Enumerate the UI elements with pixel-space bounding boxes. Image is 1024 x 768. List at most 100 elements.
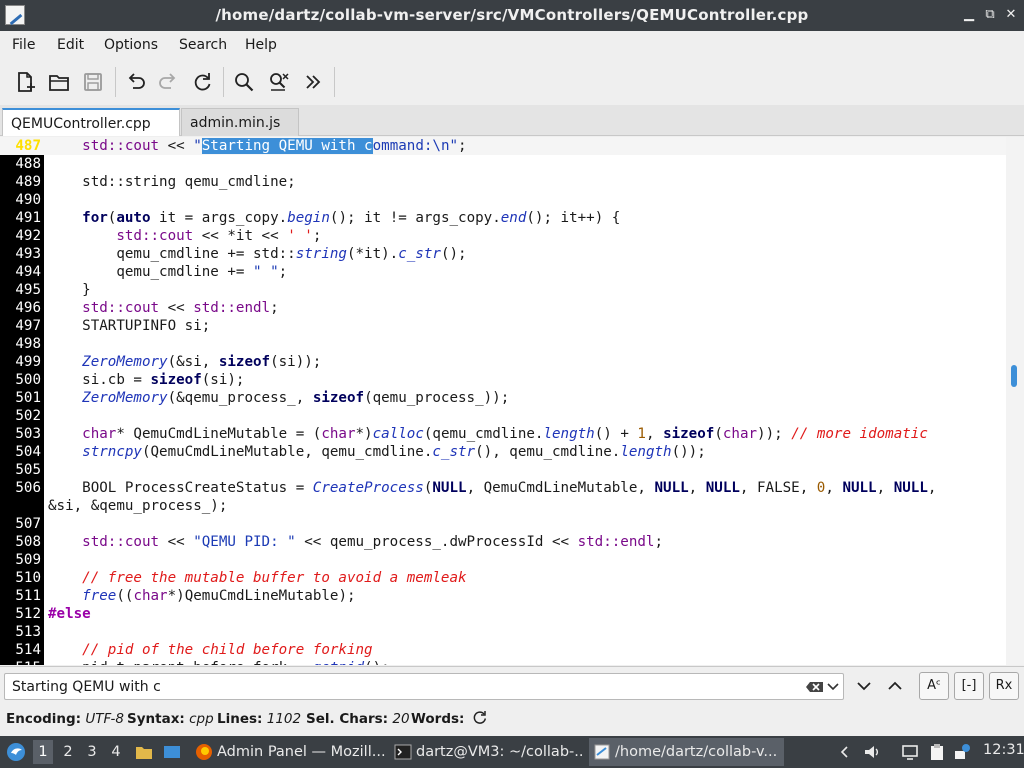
match-case-toggle[interactable]: Aᶜ xyxy=(919,672,949,700)
close-icon[interactable]: ✕ xyxy=(1002,6,1020,24)
reload-icon[interactable] xyxy=(188,68,216,96)
code-line[interactable]: 501 ZeroMemory(&qemu_process_, sizeof(qe… xyxy=(0,389,1006,407)
code-line[interactable]: 490 xyxy=(0,191,1006,209)
code-line[interactable]: 514 // pid of the child before forking xyxy=(0,641,1006,659)
network-icon[interactable] xyxy=(953,743,971,761)
code-line[interactable]: 512 #else xyxy=(0,605,1006,623)
chevron-left-icon[interactable] xyxy=(836,743,854,761)
code-line[interactable]: 491 for(auto it = args_copy.begin(); it … xyxy=(0,209,1006,227)
workspace-4[interactable]: 4 xyxy=(106,740,126,764)
code-line[interactable]: 509 xyxy=(0,551,1006,569)
code-line[interactable]: 503 char* QemuCmdLineMutable = (char*)ca… xyxy=(0,425,1006,443)
whole-word-toggle[interactable]: [-] xyxy=(954,672,984,700)
save-icon[interactable] xyxy=(79,68,107,96)
code-line[interactable]: 498 xyxy=(0,335,1006,353)
scrollbar-thumb[interactable] xyxy=(1011,365,1017,387)
task-label: Admin Panel — Mozill... xyxy=(217,744,386,760)
toolbar-separator xyxy=(334,67,335,97)
undo-icon[interactable] xyxy=(121,68,149,96)
code-line[interactable]: 513 xyxy=(0,623,1006,641)
code-line[interactable]: 502 xyxy=(0,407,1006,425)
find-next-icon[interactable] xyxy=(850,672,878,700)
code-text: std::string qemu_cmdline; xyxy=(48,174,296,190)
line-number: 500 xyxy=(15,372,41,388)
redo-icon[interactable] xyxy=(155,68,183,96)
find-icon[interactable] xyxy=(230,68,258,96)
more-icon[interactable] xyxy=(299,68,327,96)
clipboard-icon[interactable] xyxy=(928,743,946,761)
menu-search[interactable]: Search xyxy=(179,37,227,53)
code-editor[interactable]: 487 std::cout << "Starting QEMU with com… xyxy=(0,137,1024,665)
status-syntax: Syntax: cpp xyxy=(127,711,214,727)
display-icon[interactable] xyxy=(901,743,919,761)
tab-qemucontroller[interactable]: QEMUController.cpp✕ xyxy=(2,108,180,160)
search-input[interactable] xyxy=(12,677,792,696)
toolbar-separator xyxy=(115,67,116,97)
line-number: 493 xyxy=(15,246,41,262)
code-line[interactable]: 493 qemu_cmdline += std::string(*it).c_s… xyxy=(0,245,1006,263)
menu-options[interactable]: Options xyxy=(104,37,158,53)
menu-file[interactable]: File xyxy=(12,37,35,53)
file-manager-icon[interactable] xyxy=(135,743,153,761)
line-number: 490 xyxy=(15,192,41,208)
line-number: 510 xyxy=(15,570,41,586)
line-number: 512 xyxy=(15,606,41,622)
code-text: // free the mutable buffer to avoid a me… xyxy=(48,570,467,586)
code-line[interactable]: 505 xyxy=(0,461,1006,479)
code-line[interactable]: 515 pid_t parent_before_fork = getpid(); xyxy=(0,659,1006,665)
clock[interactable]: 12:31 xyxy=(983,742,1024,758)
menu-edit[interactable]: Edit xyxy=(57,37,84,53)
find-replace-icon[interactable] xyxy=(265,68,293,96)
code-line[interactable]: 508 std::cout << "QEMU PID: " << qemu_pr… xyxy=(0,533,1006,551)
code-line[interactable]: 499 ZeroMemory(&si, sizeof(si)); xyxy=(0,353,1006,371)
status-selected-chars: Sel. Chars: 20 xyxy=(306,711,410,727)
start-menu-icon[interactable] xyxy=(5,741,27,763)
task-editor[interactable]: /home/dartz/collab-v... xyxy=(589,738,784,766)
code-line[interactable]: 504 strncpy(QemuCmdLineMutable, qemu_cmd… xyxy=(0,443,1006,461)
code-line[interactable]: 511 free((char*)QemuCmdLineMutable); xyxy=(0,587,1006,605)
code-line[interactable]: 489 std::string qemu_cmdline; xyxy=(0,173,1006,191)
line-number: 495 xyxy=(15,282,41,298)
editor-icon xyxy=(593,743,611,761)
new-file-icon[interactable] xyxy=(11,68,39,96)
search-field[interactable] xyxy=(4,673,844,700)
maximize-icon[interactable]: ⧉ xyxy=(981,6,999,24)
find-previous-icon[interactable] xyxy=(881,672,909,700)
code-text: std::cout << *it << ' '; xyxy=(116,228,322,244)
menu-help[interactable]: Help xyxy=(245,37,277,53)
code-line[interactable]: 500 si.cb = sizeof(si); xyxy=(0,371,1006,389)
window-title: /home/dartz/collab-vm-server/src/VMContr… xyxy=(215,6,809,24)
code-line[interactable]: 510 // free the mutable buffer to avoid … xyxy=(0,569,1006,587)
show-desktop-icon[interactable] xyxy=(163,743,181,761)
code-text: pid_t parent_before_fork = getpid(); xyxy=(48,659,390,665)
vertical-scrollbar[interactable] xyxy=(1006,137,1024,665)
open-folder-icon[interactable] xyxy=(45,68,73,96)
code-text: std::cout << "Starting QEMU with command… xyxy=(82,138,467,154)
code-line[interactable]: 506 BOOL ProcessCreateStatus = CreatePro… xyxy=(0,479,1006,515)
task-admin-panel[interactable]: Admin Panel — Mozill... xyxy=(191,738,386,766)
line-number: 506 xyxy=(15,480,41,496)
code-line[interactable]: 492 std::cout << *it << ' '; xyxy=(0,227,1006,245)
code-line[interactable]: 495 } xyxy=(0,281,1006,299)
code-line[interactable]: 488 xyxy=(0,155,1006,173)
code-text: si.cb = sizeof(si); xyxy=(48,372,245,388)
workspace-1[interactable]: 1 xyxy=(33,740,53,764)
minimize-icon[interactable]: ▁ xyxy=(960,6,978,24)
refresh-word-count-icon[interactable] xyxy=(471,709,489,727)
line-number: 487 xyxy=(15,138,41,154)
line-number: 499 xyxy=(15,354,41,370)
code-line[interactable]: 494 qemu_cmdline += " "; xyxy=(0,263,1006,281)
search-history-dropdown-icon[interactable] xyxy=(823,673,851,701)
code-line[interactable]: 507 xyxy=(0,515,1006,533)
regex-toggle[interactable]: Rx xyxy=(989,672,1019,700)
toolbar-separator xyxy=(223,67,224,97)
volume-icon[interactable] xyxy=(863,743,881,761)
code-line[interactable]: 487 std::cout << "Starting QEMU with com… xyxy=(0,137,1006,155)
workspace-3[interactable]: 3 xyxy=(82,740,102,764)
tab-admin-min-js[interactable]: admin.min.js✕ xyxy=(181,108,299,159)
workspace-2[interactable]: 2 xyxy=(58,740,78,764)
task-terminal[interactable]: dartz@VM3: ~/collab-... xyxy=(390,738,585,766)
code-line[interactable]: 496 std::cout << std::endl; xyxy=(0,299,1006,317)
code-text-wrapped: &si, &qemu_process_); xyxy=(48,498,228,514)
code-line[interactable]: 497 STARTUPINFO si; xyxy=(0,317,1006,335)
